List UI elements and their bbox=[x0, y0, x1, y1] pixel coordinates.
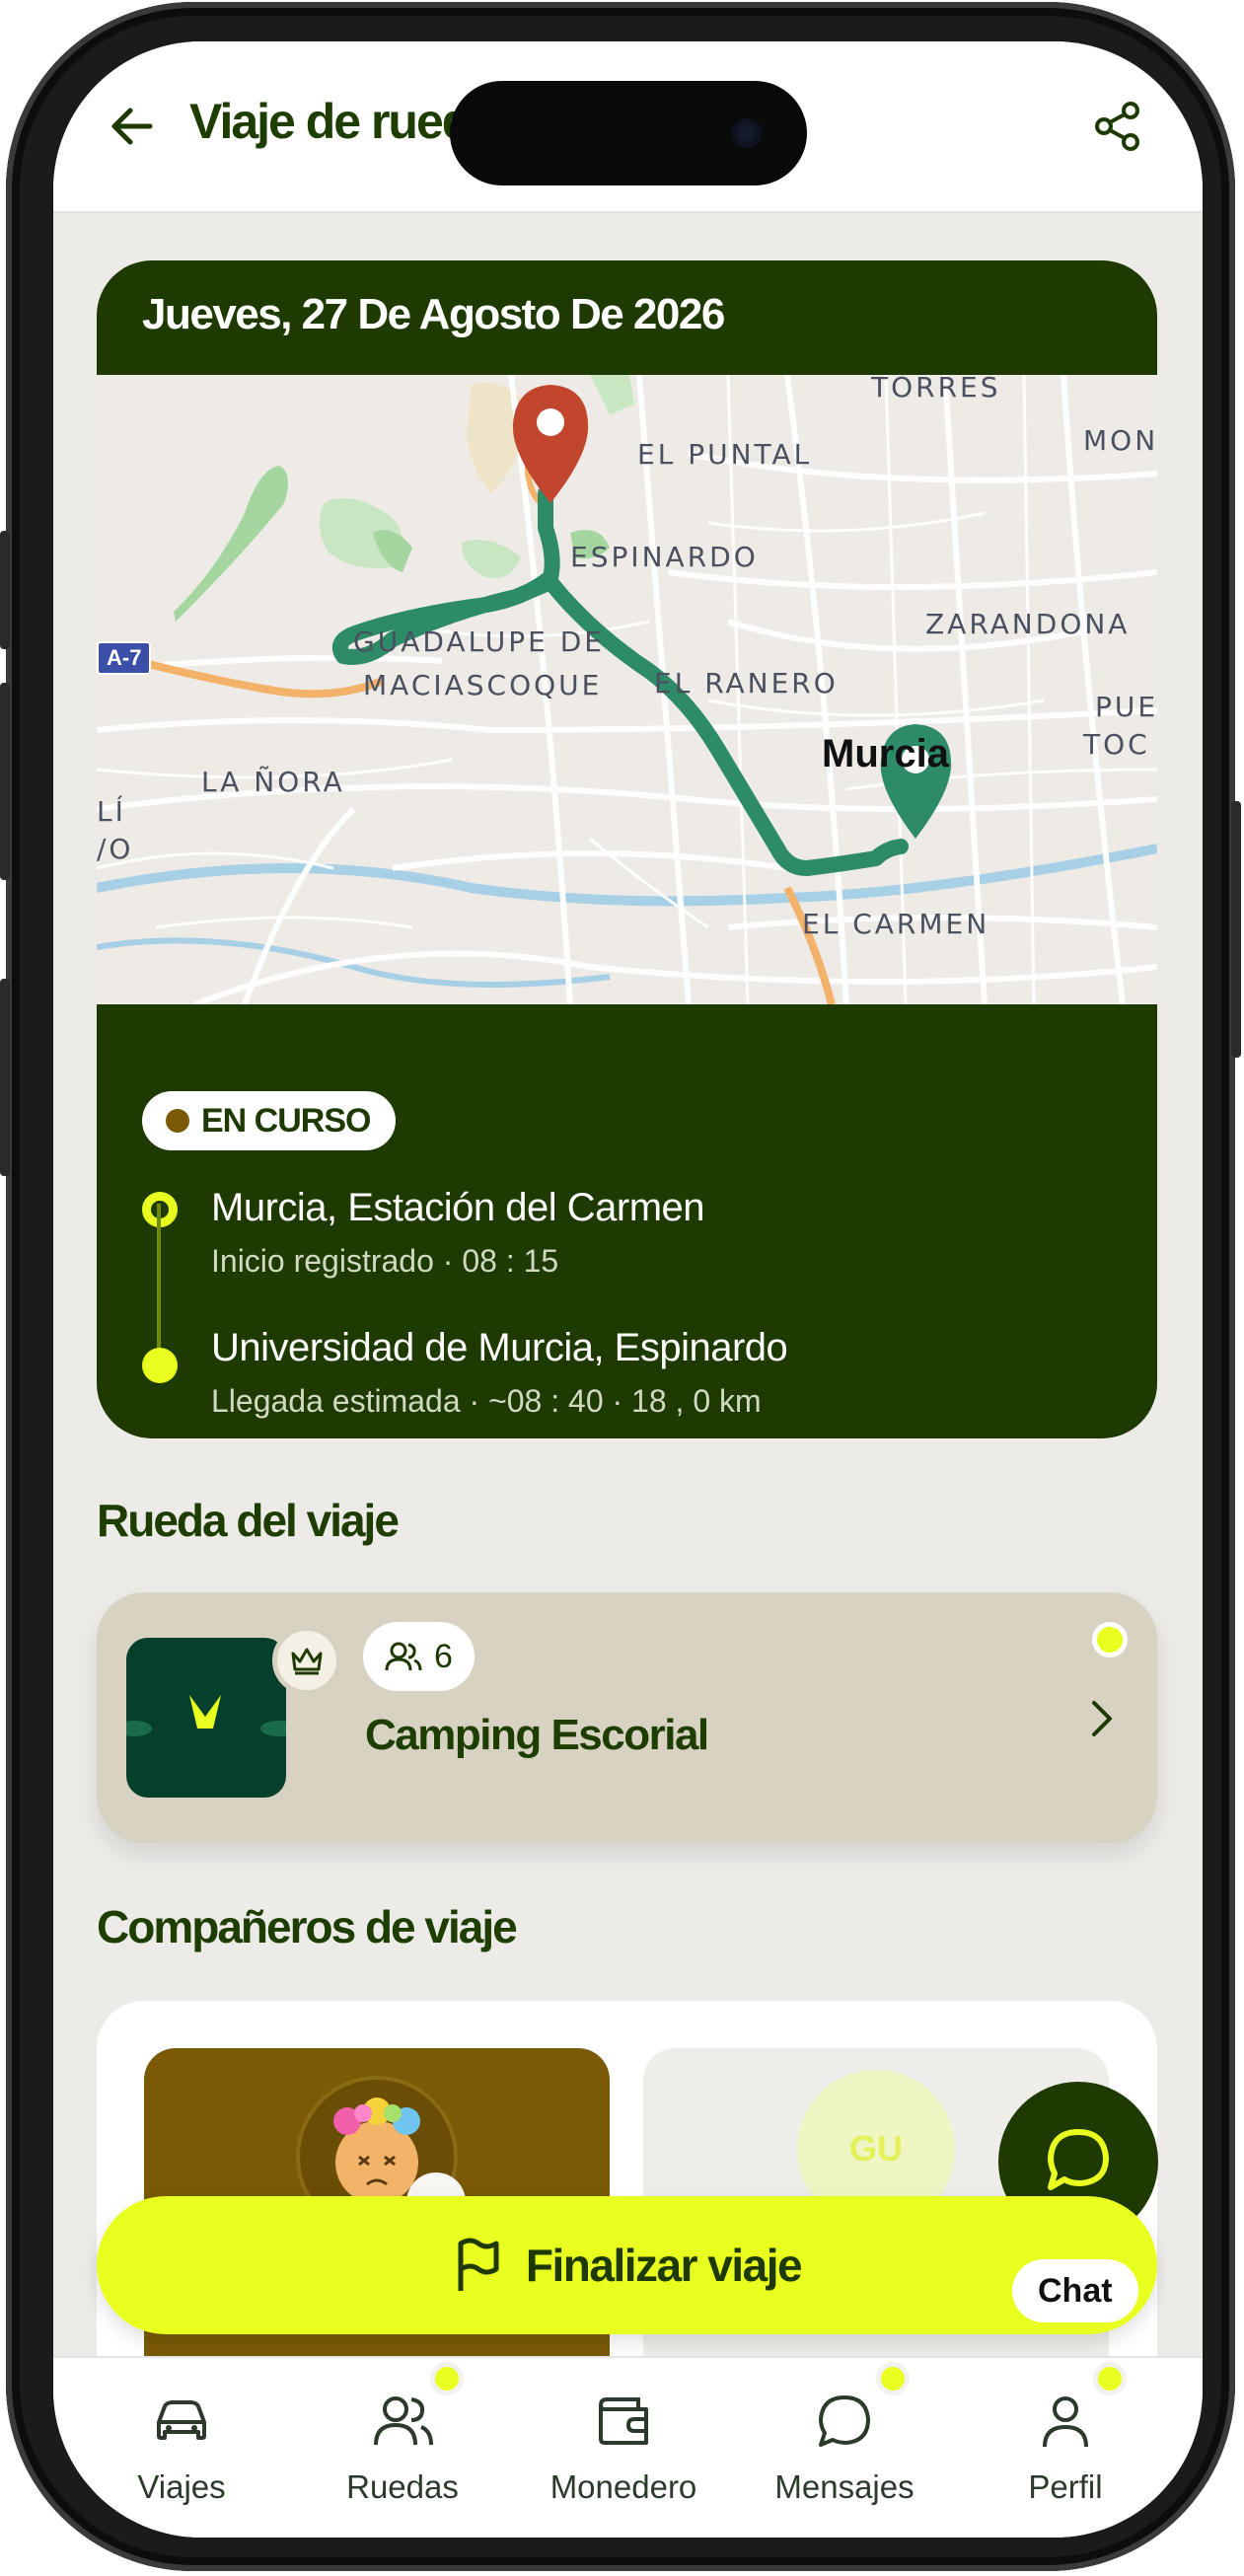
destination-name: Universidad de Murcia, Espinardo bbox=[211, 1326, 788, 1369]
nav-item-viajes[interactable]: Viajes bbox=[83, 2382, 280, 2506]
trip-card: Jueves, 27 De Agosto De 2026 TORRES EL P… bbox=[97, 260, 1157, 1438]
online-indicator bbox=[1092, 1622, 1128, 1657]
map-label: MON bbox=[1083, 424, 1157, 457]
screen: Viaje de rueda Jueves, 27 De Agosto De 2… bbox=[53, 41, 1203, 2538]
trip-date: Jueves, 27 De Agosto De 2026 bbox=[142, 290, 725, 338]
origin-detail: Inicio registrado · 08 : 15 bbox=[211, 1243, 559, 1279]
route-map[interactable]: TORRES EL PUNTAL MON ESPINARDO ZARANDONA… bbox=[97, 371, 1157, 1004]
crown-badge bbox=[272, 1626, 341, 1695]
rueda-section-title: Rueda del viaje bbox=[97, 1495, 400, 1546]
nav-item-mensajes[interactable]: Mensajes bbox=[746, 2362, 943, 2506]
map-label: ESPINARDO bbox=[570, 541, 759, 573]
arrow-left-icon bbox=[111, 108, 153, 145]
notification-badge bbox=[876, 2362, 910, 2395]
wallet-icon bbox=[599, 2397, 648, 2445]
volume-up-button bbox=[0, 531, 10, 649]
notification-badge bbox=[1093, 2362, 1127, 2395]
finish-trip-button[interactable]: Finalizar viaje bbox=[97, 2196, 1157, 2334]
map-label: TORRES bbox=[871, 371, 1001, 404]
nav-item-perfil[interactable]: Perfil bbox=[967, 2362, 1164, 2506]
status-badge: EN CURSO bbox=[142, 1091, 397, 1150]
person-icon bbox=[1043, 2396, 1088, 2448]
back-button[interactable] bbox=[103, 97, 162, 156]
nav-item-monedero[interactable]: Monedero bbox=[525, 2382, 722, 2506]
map-label: LÍ bbox=[97, 795, 126, 828]
status-label: EN CURSO bbox=[201, 1101, 371, 1140]
dynamic-island bbox=[450, 81, 807, 185]
map-label: TOC bbox=[1083, 728, 1150, 761]
power-button bbox=[1231, 801, 1241, 1058]
bottom-nav: Viajes Ruedas Monedero Mensajes Perfil bbox=[53, 2356, 1203, 2538]
map-label: EL RANERO bbox=[654, 667, 839, 699]
notification-badge bbox=[430, 2362, 464, 2395]
destination-detail: Llegada estimada · ~08 : 40 · 18 , 0 km bbox=[211, 1383, 762, 1419]
map-label: /O bbox=[97, 833, 134, 865]
companions-section-title: Compañeros de viaje bbox=[97, 1901, 518, 1952]
page-title: Viaje de rueda bbox=[189, 94, 497, 149]
rueda-avatar bbox=[126, 1638, 286, 1798]
map-canvas bbox=[97, 375, 1157, 1004]
map-label: ZARANDONA bbox=[925, 608, 1131, 640]
chevron-right-icon bbox=[1086, 1697, 1116, 1745]
rueda-card[interactable]: 6 Camping Escorial bbox=[97, 1592, 1157, 1843]
nav-label: Viajes bbox=[137, 2468, 226, 2505]
nav-label: Monedero bbox=[549, 2468, 697, 2505]
car-icon bbox=[157, 2400, 206, 2440]
status-dot bbox=[166, 1109, 189, 1133]
destination-marker-icon bbox=[142, 1348, 178, 1383]
users-icon bbox=[374, 2396, 433, 2446]
map-label: MACIASCOQUE bbox=[363, 669, 603, 701]
origin-name: Murcia, Estación del Carmen bbox=[211, 1186, 705, 1229]
chat-label-button[interactable]: Chat bbox=[1012, 2259, 1138, 2322]
map-city-label: Murcia bbox=[822, 732, 949, 775]
members-count: 6 bbox=[434, 1637, 453, 1675]
phone-frame: Viaje de rueda Jueves, 27 De Agosto De 2… bbox=[0, 2, 1241, 2571]
map-label: EL CARMEN bbox=[802, 908, 990, 940]
map-label: GUADALUPE DE bbox=[353, 626, 605, 658]
action-button bbox=[0, 979, 10, 1176]
route-connector bbox=[157, 1204, 161, 1352]
chat-icon bbox=[1048, 2129, 1109, 2190]
flag-icon bbox=[458, 2238, 499, 2291]
map-label: EL PUNTAL bbox=[637, 438, 813, 471]
finish-trip-label: Finalizar viaje bbox=[525, 2240, 803, 2291]
map-label: LA ÑORA bbox=[201, 766, 345, 798]
volume-down-button bbox=[0, 683, 10, 880]
users-icon bbox=[385, 1642, 422, 1671]
members-count-badge: 6 bbox=[363, 1622, 475, 1691]
nav-label: Ruedas bbox=[346, 2468, 459, 2505]
nav-label: Mensajes bbox=[774, 2468, 915, 2505]
share-button[interactable] bbox=[1088, 97, 1147, 156]
chat-icon bbox=[819, 2395, 870, 2447]
rueda-name: Camping Escorial bbox=[365, 1711, 709, 1759]
map-label: PUE bbox=[1095, 691, 1157, 723]
crown-icon bbox=[291, 1648, 323, 1675]
nav-label: Perfil bbox=[1028, 2468, 1103, 2505]
share-icon bbox=[1095, 102, 1139, 151]
road-shield: A-7 bbox=[97, 641, 152, 675]
nav-item-ruedas[interactable]: Ruedas bbox=[304, 2362, 501, 2506]
